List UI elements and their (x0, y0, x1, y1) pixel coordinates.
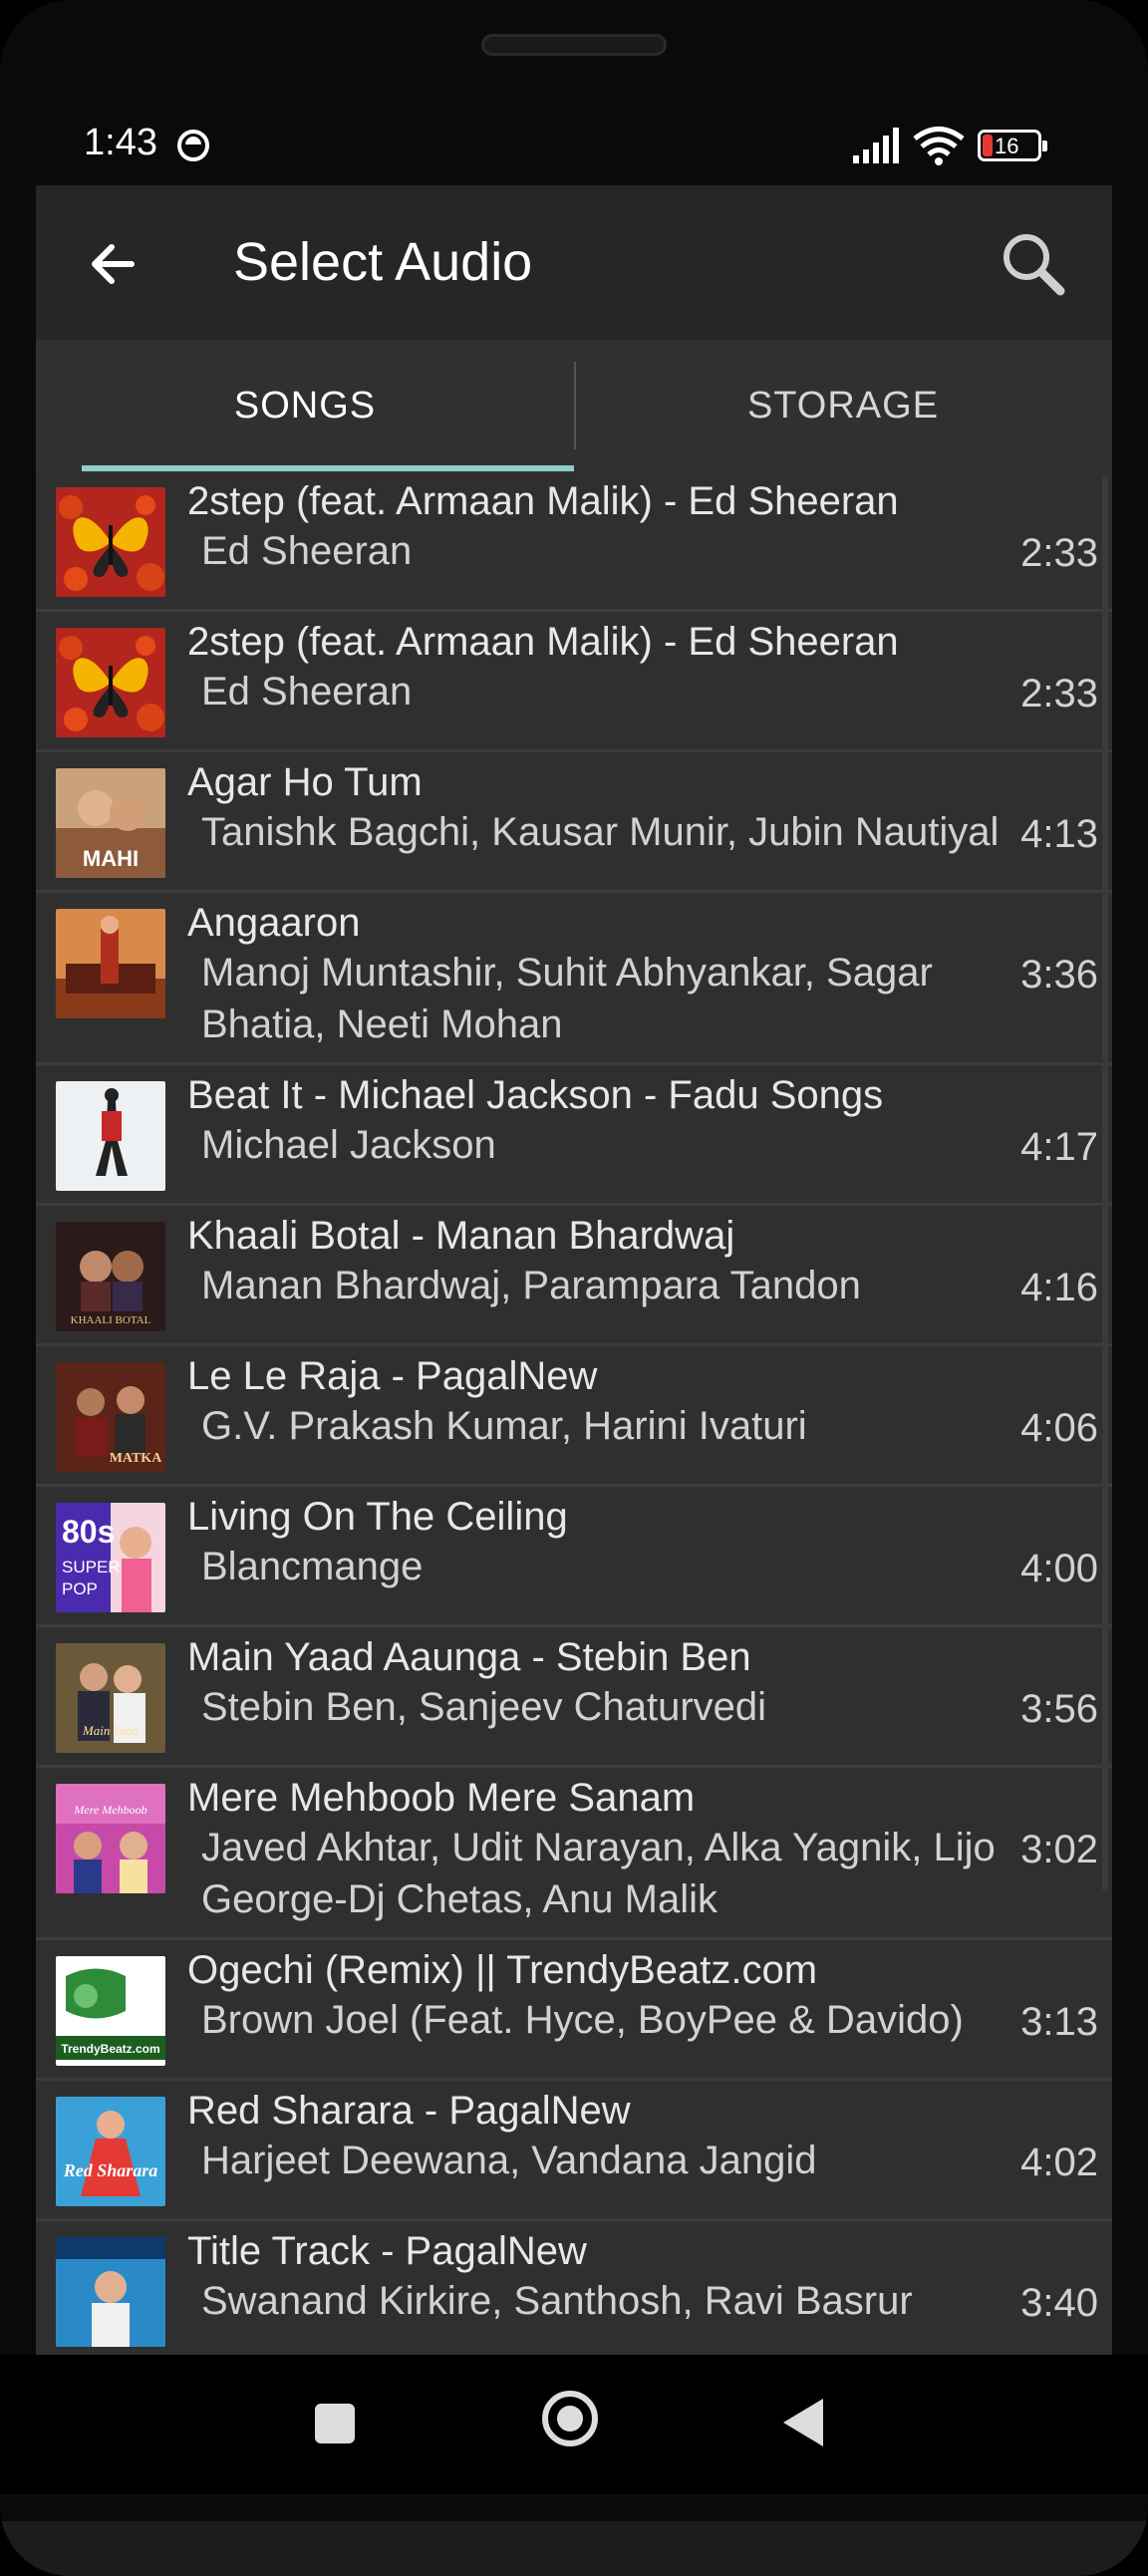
song-title: Le Le Raja - PagalNew (187, 1354, 598, 1398)
song-list[interactable]: 2step (feat. Armaan Malik) - Ed Sheeran E… (36, 471, 1112, 2355)
song-artist: Ed Sheeran (201, 529, 413, 573)
album-art-thumbnail: 80s SUPER POP (56, 1503, 165, 1612)
song-duration: 4:00 (1020, 1547, 1098, 1590)
song-row[interactable]: KHAALI BOTAL Khaali Botal - Manan Bhardw… (36, 1206, 1112, 1346)
svg-text:TrendyBeatz.com: TrendyBeatz.com (61, 2042, 159, 2056)
earpiece-speaker (481, 34, 667, 56)
song-title: Title Track - PagalNew (187, 2229, 587, 2273)
song-row[interactable]: TrendyBeatz.com Ogechi (Remix) || Trendy… (36, 1940, 1112, 2081)
song-artist: Stebin Ben, Sanjeev Chaturvedi (201, 1685, 767, 1729)
song-title: Main Yaad Aaunga - Stebin Ben (187, 1635, 751, 1679)
song-duration: 3:56 (1020, 1687, 1098, 1731)
song-title: Angaaron (187, 901, 361, 945)
tab-songs[interactable]: SONGS (36, 340, 574, 471)
song-row[interactable]: Title Track - PagalNew Swanand Kirkire, S… (36, 2221, 1112, 2355)
song-row[interactable]: MAHI Agar Ho Tum Tanishk Bagchi, Kausar M… (36, 752, 1112, 893)
phone-frame: 1:43 16 Select Audio SONGS STORAGE 2step… (0, 0, 1148, 2576)
song-artist: Manan Bhardwaj, Parampara Tandon (201, 1264, 861, 1307)
song-artist: Harjeet Deewana, Vandana Jangid (201, 2139, 817, 2182)
song-artist: G.V. Prakash Kumar, Harini Ivaturi (201, 1404, 807, 1448)
song-duration: 3:40 (1020, 2281, 1098, 2325)
song-duration: 3:02 (1020, 1828, 1098, 1871)
svg-text:KHAALI BOTAL: KHAALI BOTAL (71, 1314, 151, 1326)
svg-text:80s: 80s (62, 1514, 115, 1550)
album-art-thumbnail: Mere Mehboob (56, 1784, 165, 1893)
battery-level (983, 135, 993, 156)
svg-text:SUPER: SUPER (62, 1558, 121, 1576)
song-row[interactable]: 80s SUPER POP Living On The Ceiling Blanc… (36, 1487, 1112, 1627)
square-recents-icon[interactable] (315, 2404, 355, 2443)
album-art-thumbnail (56, 909, 165, 1018)
song-artist: Manoj Muntashir, Suhit Abhyankar, Sagar … (201, 951, 933, 1046)
svg-text:POP: POP (62, 1579, 98, 1598)
song-title: Ogechi (Remix) || TrendyBeatz.com (187, 1948, 818, 1992)
album-art-thumbnail: TrendyBeatz.com (56, 1956, 165, 2066)
album-art-thumbnail: MAHI (56, 768, 165, 878)
song-row[interactable]: Mere Mehboob Mere Mehboob Mere Sanam Jave… (36, 1768, 1112, 1940)
song-duration: 3:36 (1020, 953, 1098, 997)
song-artist: Tanishk Bagchi, Kausar Munir, Jubin Naut… (201, 810, 1000, 854)
notification-face-icon (177, 130, 209, 161)
song-title: Mere Mehboob Mere Sanam (187, 1776, 696, 1820)
song-row[interactable]: Main Yaad Main Yaad Aaunga - Stebin Ben S… (36, 1627, 1112, 1768)
status-time: 1:43 (84, 122, 157, 163)
song-duration: 4:16 (1020, 1266, 1098, 1309)
system-nav-bar (0, 2355, 1148, 2494)
album-art-thumbnail: MATKA (56, 1362, 165, 1472)
song-row[interactable]: 2step (feat. Armaan Malik) - Ed Sheeran E… (36, 612, 1112, 752)
song-duration: 4:02 (1020, 2141, 1098, 2184)
song-row[interactable]: Angaaron Manoj Muntashir, Suhit Abhyankar… (36, 893, 1112, 1065)
wifi-icon (913, 127, 965, 165)
triangle-back-icon[interactable] (783, 2399, 823, 2446)
song-title: Agar Ho Tum (187, 760, 423, 804)
search-icon[interactable] (995, 225, 1074, 305)
song-title: Beat It - Michael Jackson - Fadu Songs (187, 1073, 884, 1117)
tab-bar: SONGS STORAGE (36, 340, 1112, 471)
song-artist: Blancmange (201, 1545, 424, 1588)
song-duration: 4:17 (1020, 1125, 1098, 1169)
circle-home-icon[interactable] (542, 2391, 598, 2446)
song-duration: 2:33 (1020, 531, 1098, 575)
tab-storage[interactable]: STORAGE (574, 340, 1112, 471)
album-art-thumbnail: KHAALI BOTAL (56, 1222, 165, 1331)
song-duration: 4:06 (1020, 1406, 1098, 1450)
album-art-thumbnail (56, 628, 165, 737)
app-bar: Select Audio (36, 185, 1112, 340)
battery-icon: 16 (978, 130, 1047, 161)
song-duration: 2:33 (1020, 672, 1098, 716)
song-title: 2step (feat. Armaan Malik) - Ed Sheeran (187, 479, 899, 523)
album-art-thumbnail (56, 487, 165, 597)
album-art-thumbnail (56, 2237, 165, 2347)
arrow-left-icon[interactable] (82, 229, 151, 299)
status-bar: 1:43 16 (36, 108, 1112, 187)
song-row[interactable]: MATKA Le Le Raja - PagalNew G.V. Prakash … (36, 1346, 1112, 1487)
song-artist: Michael Jackson (201, 1123, 496, 1167)
svg-text:MATKA: MATKA (110, 1451, 163, 1466)
song-row[interactable]: Beat It - Michael Jackson - Fadu Songs Mi… (36, 1065, 1112, 1206)
song-row[interactable]: 2step (feat. Armaan Malik) - Ed Sheeran E… (36, 471, 1112, 612)
battery-percent: 16 (995, 134, 1019, 158)
svg-text:Red Sharara: Red Sharara (63, 2160, 158, 2180)
signal-icon (853, 128, 899, 163)
song-artist: Ed Sheeran (201, 670, 413, 714)
song-title: 2step (feat. Armaan Malik) - Ed Sheeran (187, 620, 899, 664)
svg-text:MAHI: MAHI (83, 846, 139, 871)
page-title: Select Audio (233, 232, 533, 292)
scrollbar[interactable] (1102, 476, 1108, 1891)
song-title: Living On The Ceiling (187, 1495, 568, 1539)
song-title: Khaali Botal - Manan Bhardwaj (187, 1214, 735, 1258)
device-bottom-bezel (0, 2521, 1148, 2576)
album-art-thumbnail: Red Sharara (56, 2097, 165, 2206)
album-art-thumbnail (56, 1081, 165, 1191)
song-title: Red Sharara - PagalNew (187, 2089, 631, 2133)
album-art-thumbnail: Main Yaad (56, 1643, 165, 1753)
song-row[interactable]: Red Sharara Red Sharara - PagalNew Harjee… (36, 2081, 1112, 2221)
svg-text:Mere Mehboob: Mere Mehboob (73, 1803, 146, 1817)
song-duration: 3:13 (1020, 2000, 1098, 2044)
song-duration: 4:13 (1020, 812, 1098, 856)
song-artist: Brown Joel (Feat. Hyce, BoyPee & Davido) (201, 1998, 964, 2042)
song-artist: Javed Akhtar, Udit Narayan, Alka Yagnik,… (201, 1826, 996, 1921)
svg-text:Main Yaad: Main Yaad (82, 1723, 140, 1738)
song-artist: Swanand Kirkire, Santhosh, Ravi Basrur (201, 2279, 913, 2323)
